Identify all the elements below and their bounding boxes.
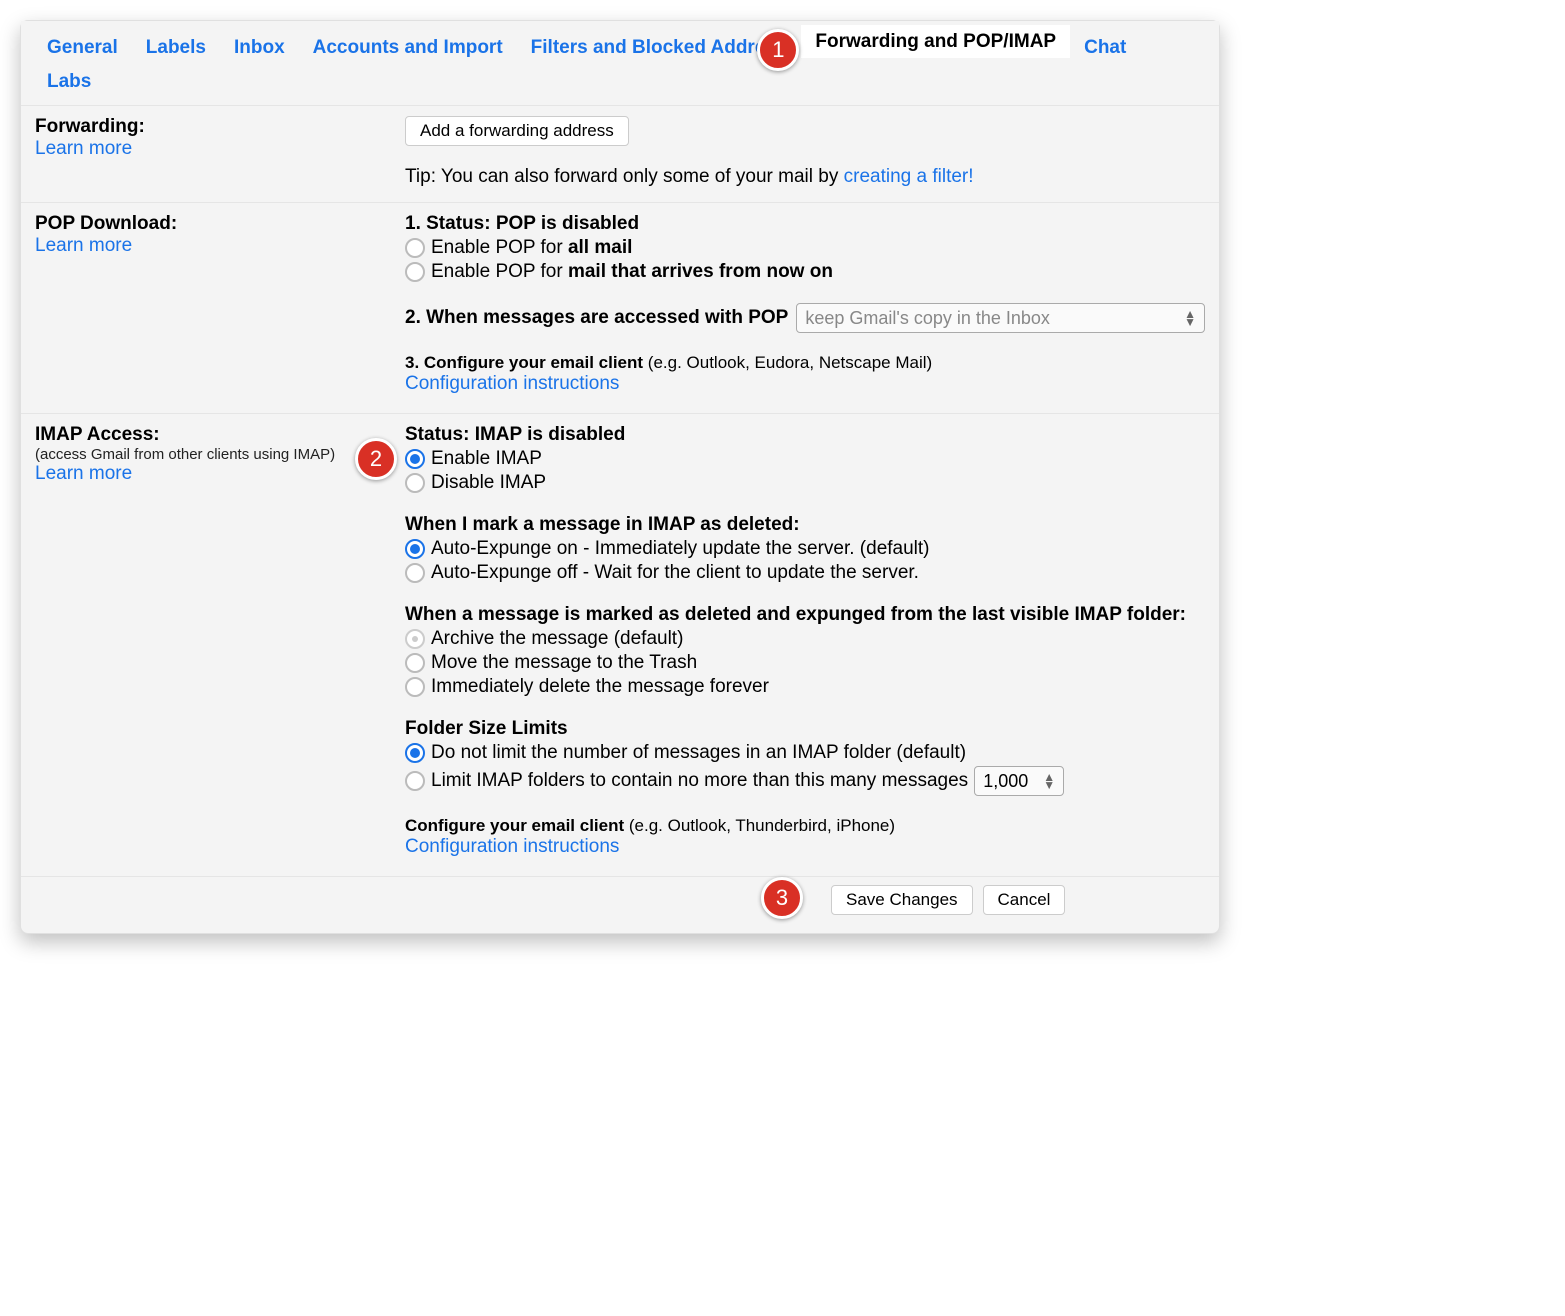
imap-nolimit-radio[interactable]: [405, 743, 425, 763]
imap-expunge-on-label: Auto-Expunge on - Immediately update the…: [431, 538, 930, 560]
pop-config-link[interactable]: Configuration instructions: [405, 373, 1205, 395]
tab-labels[interactable]: Labels: [132, 31, 220, 65]
imap-folder-heading: Folder Size Limits: [405, 718, 1205, 740]
pop-learn-more[interactable]: Learn more: [35, 235, 395, 257]
tab-forwarding[interactable]: Forwarding and POP/IMAP: [801, 25, 1070, 58]
create-filter-link[interactable]: creating a filter!: [844, 166, 974, 187]
tab-filters[interactable]: Filters and Blocked Addre: [517, 31, 780, 65]
pop-configure-heading: 3. Configure your email client: [405, 353, 648, 372]
imap-status-label: Status:: [405, 424, 475, 445]
section-pop: POP Download: Learn more 1. Status: POP …: [21, 203, 1219, 414]
tab-general[interactable]: General: [33, 31, 132, 65]
tab-accounts[interactable]: Accounts and Import: [299, 31, 517, 65]
callout-2: 2: [355, 438, 397, 480]
imap-deleted-heading: When I mark a message in IMAP as deleted…: [405, 514, 1205, 536]
imap-trash-label: Move the message to the Trash: [431, 652, 697, 674]
pop-status-label: 1. Status:: [405, 213, 496, 234]
imap-archive-label: Archive the message (default): [431, 628, 683, 650]
tab-labs[interactable]: Labs: [33, 65, 105, 99]
imap-configure-examples: (e.g. Outlook, Thunderbird, iPhone): [629, 816, 895, 835]
pop-configure-examples: (e.g. Outlook, Eudora, Netscape Mail): [648, 353, 932, 372]
tab-inbox[interactable]: Inbox: [220, 31, 299, 65]
imap-nolimit-label: Do not limit the number of messages in a…: [431, 742, 966, 764]
imap-expunge-on-radio[interactable]: [405, 539, 425, 559]
pop-enable-new-radio[interactable]: [405, 262, 425, 282]
imap-disable-radio[interactable]: [405, 473, 425, 493]
callout-3: 3: [761, 877, 803, 919]
save-button[interactable]: Save Changes: [831, 885, 973, 915]
imap-configure-heading: Configure your email client: [405, 816, 629, 835]
forwarding-title: Forwarding:: [35, 116, 395, 138]
pop-access-heading: 2. When messages are accessed with POP: [405, 307, 788, 329]
imap-expunge-off-label: Auto-Expunge off - Wait for the client t…: [431, 562, 919, 584]
footer-row: 3 Save Changes Cancel: [21, 877, 1219, 923]
imap-learn-more[interactable]: Learn more: [35, 463, 395, 485]
forwarding-tip-text: Tip: You can also forward only some of y…: [405, 166, 844, 187]
imap-delete-label: Immediately delete the message forever: [431, 676, 769, 698]
imap-limit-select[interactable]: 1,000 ▲▼: [974, 766, 1064, 796]
section-imap: IMAP Access: (access Gmail from other cl…: [21, 414, 1219, 877]
imap-subtitle: (access Gmail from other clients using I…: [35, 446, 395, 463]
section-forwarding: Forwarding: Learn more Add a forwarding …: [21, 106, 1219, 203]
select-arrows-icon: ▲▼: [1043, 773, 1055, 789]
imap-enable-label: Enable IMAP: [431, 448, 542, 470]
callout-1: 1: [757, 29, 799, 71]
tab-chat[interactable]: Chat: [1070, 31, 1140, 65]
add-forwarding-button[interactable]: Add a forwarding address: [405, 116, 629, 146]
settings-tabs: General Labels Inbox Accounts and Import…: [21, 21, 1219, 106]
pop-status-value: POP is disabled: [496, 213, 639, 234]
pop-enable-all-radio[interactable]: [405, 238, 425, 258]
imap-limit-label: Limit IMAP folders to contain no more th…: [431, 770, 968, 792]
imap-delete-radio[interactable]: [405, 677, 425, 697]
imap-expunge-off-radio[interactable]: [405, 563, 425, 583]
forwarding-learn-more[interactable]: Learn more: [35, 138, 395, 160]
imap-disable-label: Disable IMAP: [431, 472, 546, 494]
imap-archive-radio[interactable]: [405, 629, 425, 649]
imap-enable-radio[interactable]: [405, 449, 425, 469]
imap-trash-radio[interactable]: [405, 653, 425, 673]
pop-title: POP Download:: [35, 213, 395, 235]
imap-config-link[interactable]: Configuration instructions: [405, 836, 1205, 858]
imap-title: IMAP Access:: [35, 424, 395, 446]
imap-limit-radio[interactable]: [405, 771, 425, 791]
imap-status-value: IMAP is disabled: [475, 424, 626, 445]
pop-action-select[interactable]: keep Gmail's copy in the Inbox ▲▼: [796, 303, 1205, 333]
select-arrows-icon: ▲▼: [1184, 310, 1196, 326]
cancel-button[interactable]: Cancel: [983, 885, 1066, 915]
imap-expunged-heading: When a message is marked as deleted and …: [405, 604, 1205, 626]
